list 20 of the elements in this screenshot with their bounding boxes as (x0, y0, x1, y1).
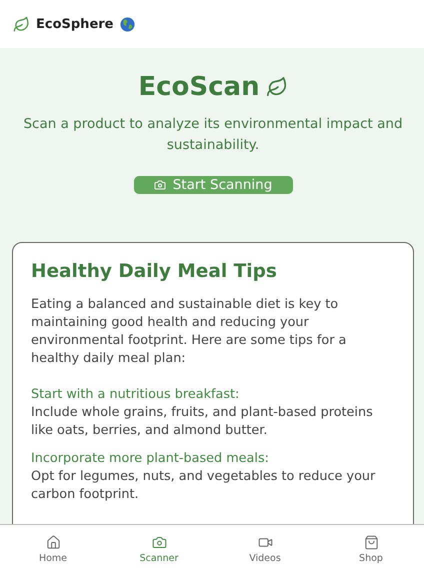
page-subtitle: Scan a product to analyze its environmental impact and sustainability. (23, 115, 403, 155)
intro-paragraph: Eating a balanced and sustainable diet is key to maintaining good health and reducing your environmental footprint. Here are some tips for a healthy daily meal plan: (31, 296, 348, 368)
shopping-bag-icon (364, 534, 378, 550)
brand-name: EcoSphere (36, 16, 114, 32)
tip-text: Include whole grains, fruits, and plant-based proteins like oats, berries, and almond butter. (31, 404, 374, 440)
nav-tab[interactable]: Videos (212, 525, 318, 573)
tip-heading: Start with a nutritious breakfast: (31, 386, 240, 404)
globe-icon (120, 16, 134, 32)
leaf-icon (266, 76, 288, 98)
camera-icon (152, 534, 166, 550)
card-title: Healthy Daily Meal Tips (31, 261, 278, 282)
page-title: EcoScan (138, 72, 260, 102)
home-icon (46, 534, 60, 550)
nav-tab[interactable]: Home (0, 525, 106, 573)
leaf-icon (13, 16, 30, 32)
camera-icon (154, 179, 166, 191)
tip-text: Opt for legumes, nuts, and vegetables to reduce your carbon footprint. (31, 468, 376, 504)
tip-heading: Incorporate more plant-based meals: (31, 450, 270, 468)
nav-tab[interactable]: Shop (318, 525, 424, 573)
nav-tab[interactable]: Scanner (106, 525, 212, 573)
